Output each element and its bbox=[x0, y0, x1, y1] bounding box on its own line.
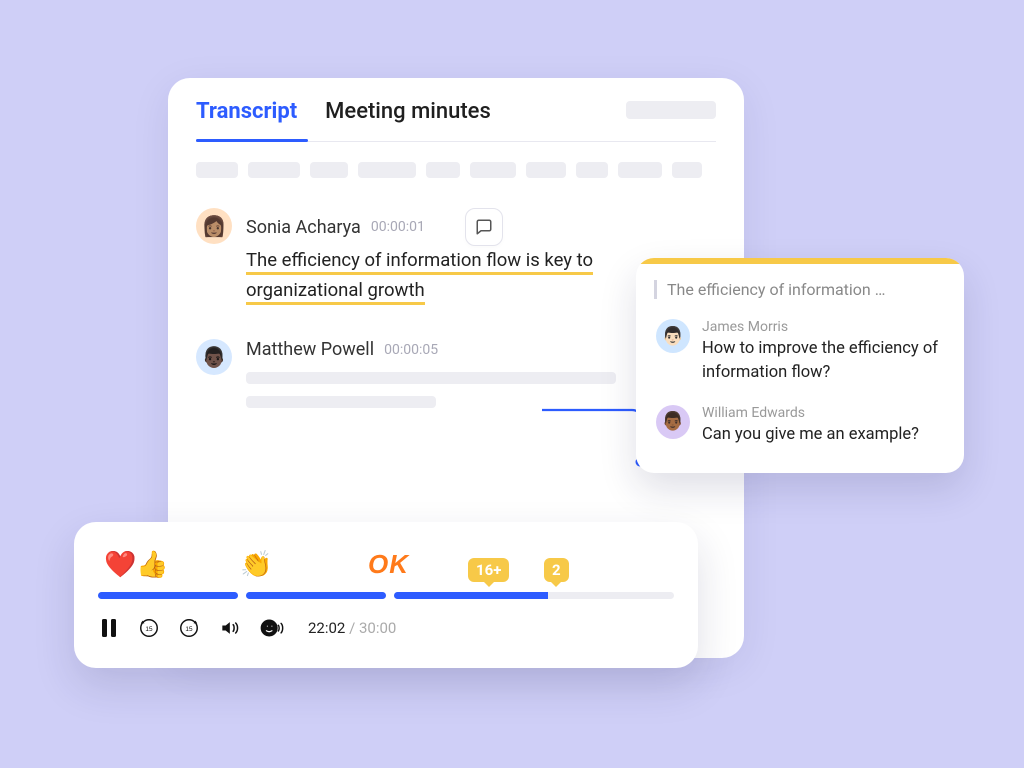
comment-author: James Morris bbox=[702, 319, 944, 335]
transcript-text[interactable]: The efficiency of information flow is ke… bbox=[246, 249, 593, 301]
chip-placeholder bbox=[196, 162, 238, 178]
add-comment-button[interactable] bbox=[465, 208, 503, 246]
chip-placeholder bbox=[310, 162, 348, 178]
comment-icon bbox=[475, 218, 493, 236]
reaction-count-badge[interactable]: 2 bbox=[544, 558, 569, 582]
rewind-15-button[interactable]: 15 bbox=[138, 617, 160, 639]
comments-panel: The efficiency of information … 👨🏻 James… bbox=[636, 258, 964, 473]
text-placeholder bbox=[246, 372, 616, 384]
highlighted-text[interactable]: organizational growth bbox=[246, 279, 425, 305]
comment-text: How to improve the efficiency of informa… bbox=[702, 337, 944, 385]
total-time: / 30:00 bbox=[349, 619, 396, 637]
avatar: 👨🏾 bbox=[656, 405, 690, 439]
pause-icon bbox=[101, 619, 117, 637]
playback-speed-button[interactable] bbox=[258, 617, 284, 639]
rewind-15-icon: 15 bbox=[138, 617, 160, 639]
speaker-name: Matthew Powell bbox=[246, 339, 374, 360]
chip-placeholder bbox=[248, 162, 300, 178]
avatar: 👩🏽 bbox=[196, 208, 232, 244]
clap-reaction[interactable]: 👏 bbox=[240, 550, 272, 580]
player-panel: ❤️👍 👏 OK 16+ 2 15 15 22:02 / 30:00 bbox=[74, 522, 698, 668]
tab-transcript[interactable]: Transcript bbox=[196, 96, 297, 124]
scrub-segment[interactable] bbox=[394, 592, 674, 599]
comment-item: 👨🏾 William Edwards Can you give me an ex… bbox=[636, 389, 964, 451]
volume-button[interactable] bbox=[218, 617, 240, 639]
chip-placeholder bbox=[358, 162, 416, 178]
placeholder-bar bbox=[626, 101, 716, 119]
panel-accent-bar bbox=[636, 258, 964, 264]
scrub-segment[interactable] bbox=[98, 592, 238, 599]
comment-item: 👨🏻 James Morris How to improve the effic… bbox=[636, 303, 964, 389]
text-placeholder bbox=[246, 396, 436, 408]
heart-thumb-reaction[interactable]: ❤️👍 bbox=[104, 550, 169, 580]
svg-text:15: 15 bbox=[185, 626, 193, 633]
chip-placeholder bbox=[618, 162, 662, 178]
highlighted-text[interactable]: The efficiency of information flow is ke… bbox=[246, 249, 593, 275]
chip-placeholder bbox=[470, 162, 516, 178]
quoted-text: The efficiency of information … bbox=[654, 280, 946, 299]
reaction-count-badge[interactable]: 16+ bbox=[468, 558, 509, 582]
chip-placeholder bbox=[672, 162, 702, 178]
avatar: 👨🏿 bbox=[196, 339, 232, 375]
speaker-name: Sonia Acharya bbox=[246, 217, 361, 238]
forward-15-button[interactable]: 15 bbox=[178, 617, 200, 639]
volume-icon bbox=[218, 618, 240, 638]
forward-15-icon: 15 bbox=[178, 617, 200, 639]
chip-placeholder bbox=[526, 162, 566, 178]
speaker-timestamp: 00:00:05 bbox=[384, 342, 438, 358]
current-time: 22:02 bbox=[308, 619, 345, 637]
speed-icon bbox=[258, 617, 284, 639]
comment-text: Can you give me an example? bbox=[702, 423, 919, 447]
ok-reaction[interactable]: OK bbox=[368, 549, 409, 580]
reactions-row: ❤️👍 👏 OK 16+ 2 bbox=[98, 536, 674, 582]
player-controls: 15 15 22:02 / 30:00 bbox=[98, 617, 674, 639]
scrub-bar[interactable] bbox=[98, 592, 674, 599]
chip-placeholder bbox=[426, 162, 460, 178]
filter-chips bbox=[196, 142, 716, 188]
scrub-segment[interactable] bbox=[246, 592, 386, 599]
chip-placeholder bbox=[576, 162, 608, 178]
tab-meeting-minutes[interactable]: Meeting minutes bbox=[325, 96, 491, 124]
speaker-timestamp: 00:00:01 bbox=[371, 219, 425, 235]
comment-author: William Edwards bbox=[702, 405, 919, 421]
svg-text:15: 15 bbox=[145, 626, 153, 633]
avatar: 👨🏻 bbox=[656, 319, 690, 353]
tab-active-indicator bbox=[196, 139, 308, 142]
tabs: Transcript Meeting minutes bbox=[196, 78, 716, 142]
time-display: 22:02 / 30:00 bbox=[308, 619, 396, 637]
pause-button[interactable] bbox=[98, 617, 120, 639]
